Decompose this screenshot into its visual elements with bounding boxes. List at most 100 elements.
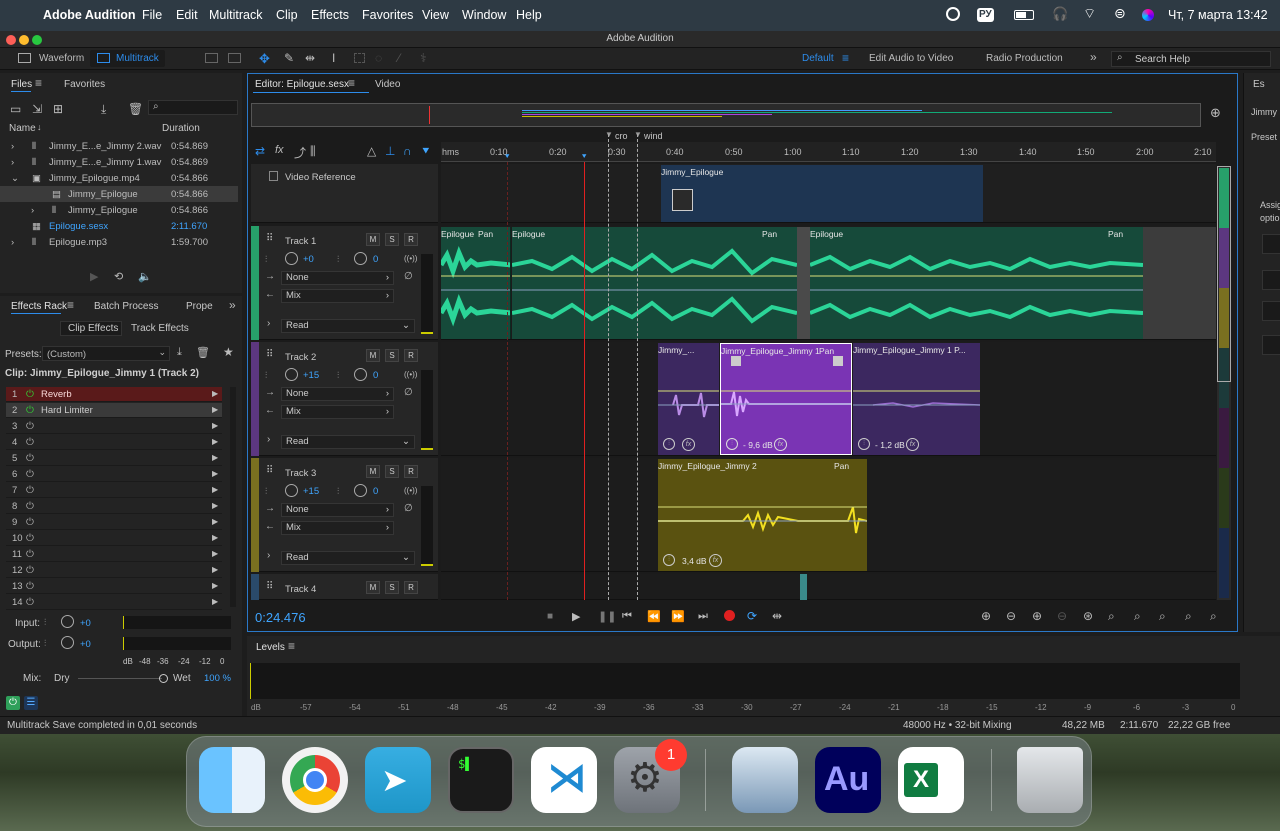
favorite-star-icon[interactable]: ★ (223, 345, 234, 359)
snap-icon[interactable]: ⊥ (385, 144, 395, 158)
session-overview[interactable] (251, 103, 1201, 127)
tab-properties[interactable]: Prope (186, 301, 213, 312)
zoom-out-amplitude-icon[interactable]: ⊖ (1006, 609, 1016, 623)
rack-menu-icon[interactable]: ≡ (67, 298, 74, 312)
output-gain-knob[interactable] (61, 636, 74, 649)
playhead[interactable] (584, 162, 585, 600)
menu-multitrack[interactable]: Multitrack (209, 8, 262, 22)
mute-button[interactable]: M (366, 349, 380, 362)
power-icon[interactable]: ⏻ (26, 517, 34, 528)
control-center-icon[interactable]: ⊜ (1114, 5, 1126, 22)
power-icon[interactable]: ⏻ (26, 485, 34, 496)
menu-effects[interactable]: Effects (311, 8, 349, 22)
volume-value[interactable]: +0 (303, 254, 314, 265)
volume-knob[interactable] (285, 252, 298, 265)
power-icon[interactable]: ⏻ (26, 453, 34, 464)
effect-slot[interactable]: 13 ⏻ ▶ (6, 579, 222, 594)
zoom-in-time-icon[interactable]: ⊕ (1032, 609, 1042, 623)
brush-icon[interactable]: ⁄ (398, 51, 400, 65)
pan-value[interactable]: 0 (373, 370, 378, 381)
effect-slot[interactable]: 14 ⏻ ▶ (6, 595, 222, 610)
go-to-start-icon[interactable]: ⏮ (622, 610, 632, 623)
col-duration[interactable]: Duration (162, 123, 200, 134)
effect-slot[interactable]: 2 ⏻ Hard Limiter ▶ (6, 403, 222, 418)
wet-value[interactable]: 100 % (204, 673, 231, 684)
workspace-edit-audio-video[interactable]: Edit Audio to Video (869, 53, 953, 64)
track-input-select[interactable]: None › (281, 271, 394, 285)
play-icon[interactable]: ▶ (572, 610, 580, 623)
clip-fx-icon[interactable]: fx (709, 554, 722, 567)
solo-button[interactable]: S (385, 581, 399, 594)
waveform-button[interactable]: Waveform (39, 53, 84, 64)
power-icon[interactable]: ⏻ (26, 581, 34, 592)
zoom-target-icon[interactable]: ⊕ (1210, 105, 1221, 121)
effect-slot[interactable]: 5 ⏻ ▶ (6, 451, 222, 466)
razor-tool-icon[interactable]: ✎ (284, 51, 294, 65)
go-to-end-icon[interactable]: ⏭ (698, 610, 708, 623)
pan-value[interactable]: 0 (373, 486, 378, 497)
fast-forward-icon[interactable]: ⏩ (671, 610, 685, 623)
mute-button[interactable]: M (366, 581, 380, 594)
file-row[interactable]: ⌄ ▣ Jimmy_Epilogue.mp4 0:54.866 (0, 170, 238, 186)
zoom-reset-icon[interactable]: ⌕ (1210, 609, 1217, 624)
stop-icon[interactable]: ■ (547, 611, 553, 622)
expand-icon[interactable]: › (267, 550, 270, 561)
slot-menu-icon[interactable]: ▶ (212, 453, 218, 462)
effect-slot[interactable]: 7 ⏻ ▶ (6, 483, 222, 498)
clip-gain[interactable]: - 1,2 dB (875, 440, 905, 450)
more-workspaces-icon[interactable]: » (1090, 50, 1097, 64)
file-row[interactable]: ▦ Epilogue.sesx 2:11.670 (0, 218, 238, 234)
eq-icon[interactable]: ⫼ (310, 144, 316, 159)
automation-mode-select[interactable]: Read ⌄ (281, 435, 415, 449)
effect-slot[interactable]: 1 ⏻ Reverb ▶ (6, 387, 222, 402)
power-icon[interactable]: ⏻ (26, 501, 34, 512)
pan-knob[interactable] (354, 484, 367, 497)
audio-clip-selected[interactable]: Jimmy_Epilogue_Jimmy 1 Pan ⫶ - 9,6 dB fx (720, 343, 852, 455)
loop-preview-icon[interactable]: ⟲ (114, 270, 123, 283)
slot-menu-icon[interactable]: ▶ (212, 501, 218, 510)
lasso-icon[interactable]: ◌ (375, 51, 382, 65)
clip-fx-icon[interactable]: fx (906, 438, 919, 451)
video-clip[interactable]: Jimmy_Epilogue (661, 165, 983, 222)
tab-effects-rack[interactable]: Effects Rack (11, 301, 67, 312)
track-name[interactable]: Track 1 (285, 236, 316, 247)
effect-slot[interactable]: 4 ⏻ ▶ (6, 435, 222, 450)
file-row[interactable]: › ⫴ Epilogue.mp3 1:59.700 (0, 234, 238, 250)
power-icon[interactable]: ⏻ (26, 565, 34, 576)
file-row-selected[interactable]: ▤ Jimmy_Epilogue 0:54.866 (0, 186, 238, 202)
play-preview-icon[interactable]: ▶ (90, 270, 98, 283)
clip-effects-tab[interactable]: Clip Effects (68, 323, 118, 334)
slot-menu-icon[interactable]: ▶ (212, 437, 218, 446)
power-icon[interactable]: ⏻ (26, 597, 34, 608)
solo-button[interactable]: S (385, 349, 399, 362)
rack-scrollbar[interactable] (230, 387, 236, 607)
automation-mode-select[interactable]: Read ⌄ (281, 319, 415, 333)
audio-clip[interactable]: Epilogue Pan (810, 227, 1143, 339)
audio-clip[interactable]: Jimmy_Epilogue_Jimmy 1 P... ⫶ - 1,2 dB f… (853, 343, 980, 455)
file-row[interactable]: › ⫴ Jimmy_E...e_Jimmy 2.wav 0:54.869 (0, 138, 238, 154)
volume-icon[interactable]: 🔈 (138, 270, 152, 283)
headphones-icon[interactable]: 🎧 (1052, 6, 1068, 22)
tab-batch-process[interactable]: Batch Process (94, 301, 158, 312)
loop-playback-icon[interactable]: ⟳ (747, 609, 757, 623)
finder-icon[interactable] (199, 747, 265, 813)
track-input-select[interactable]: None › (281, 387, 394, 401)
terminal-icon[interactable]: $▌ (448, 747, 514, 813)
video-lane[interactable]: Jimmy_Epilogue (441, 164, 1216, 223)
rewind-icon[interactable]: ⏪ (647, 610, 661, 623)
track-effects-tab[interactable]: Track Effects (131, 323, 189, 334)
automation-mode-select[interactable]: Read ⌄ (281, 551, 415, 565)
menu-file[interactable]: File (142, 8, 162, 22)
delete-icon[interactable]: 🗑 (128, 102, 143, 116)
zoom-out-point-icon[interactable]: ⌕ (1134, 609, 1141, 624)
mute-button[interactable]: M (366, 233, 380, 246)
skip-icon[interactable]: ⇹ (772, 609, 782, 623)
wifi-icon[interactable]: ⌔ (1083, 5, 1096, 23)
power-icon[interactable]: ⏻ (26, 389, 34, 400)
file-row[interactable]: › ⫴ Jimmy_Epilogue 0:54.866 (0, 202, 238, 218)
volume-knob[interactable] (285, 368, 298, 381)
effect-slot[interactable]: 3 ⏻ ▶ (6, 419, 222, 434)
clip-gain[interactable]: - 9,6 dB (743, 440, 773, 450)
effect-slot[interactable]: 11 ⏻ ▶ (6, 547, 222, 562)
track-output-select[interactable]: Mix › (281, 289, 394, 303)
